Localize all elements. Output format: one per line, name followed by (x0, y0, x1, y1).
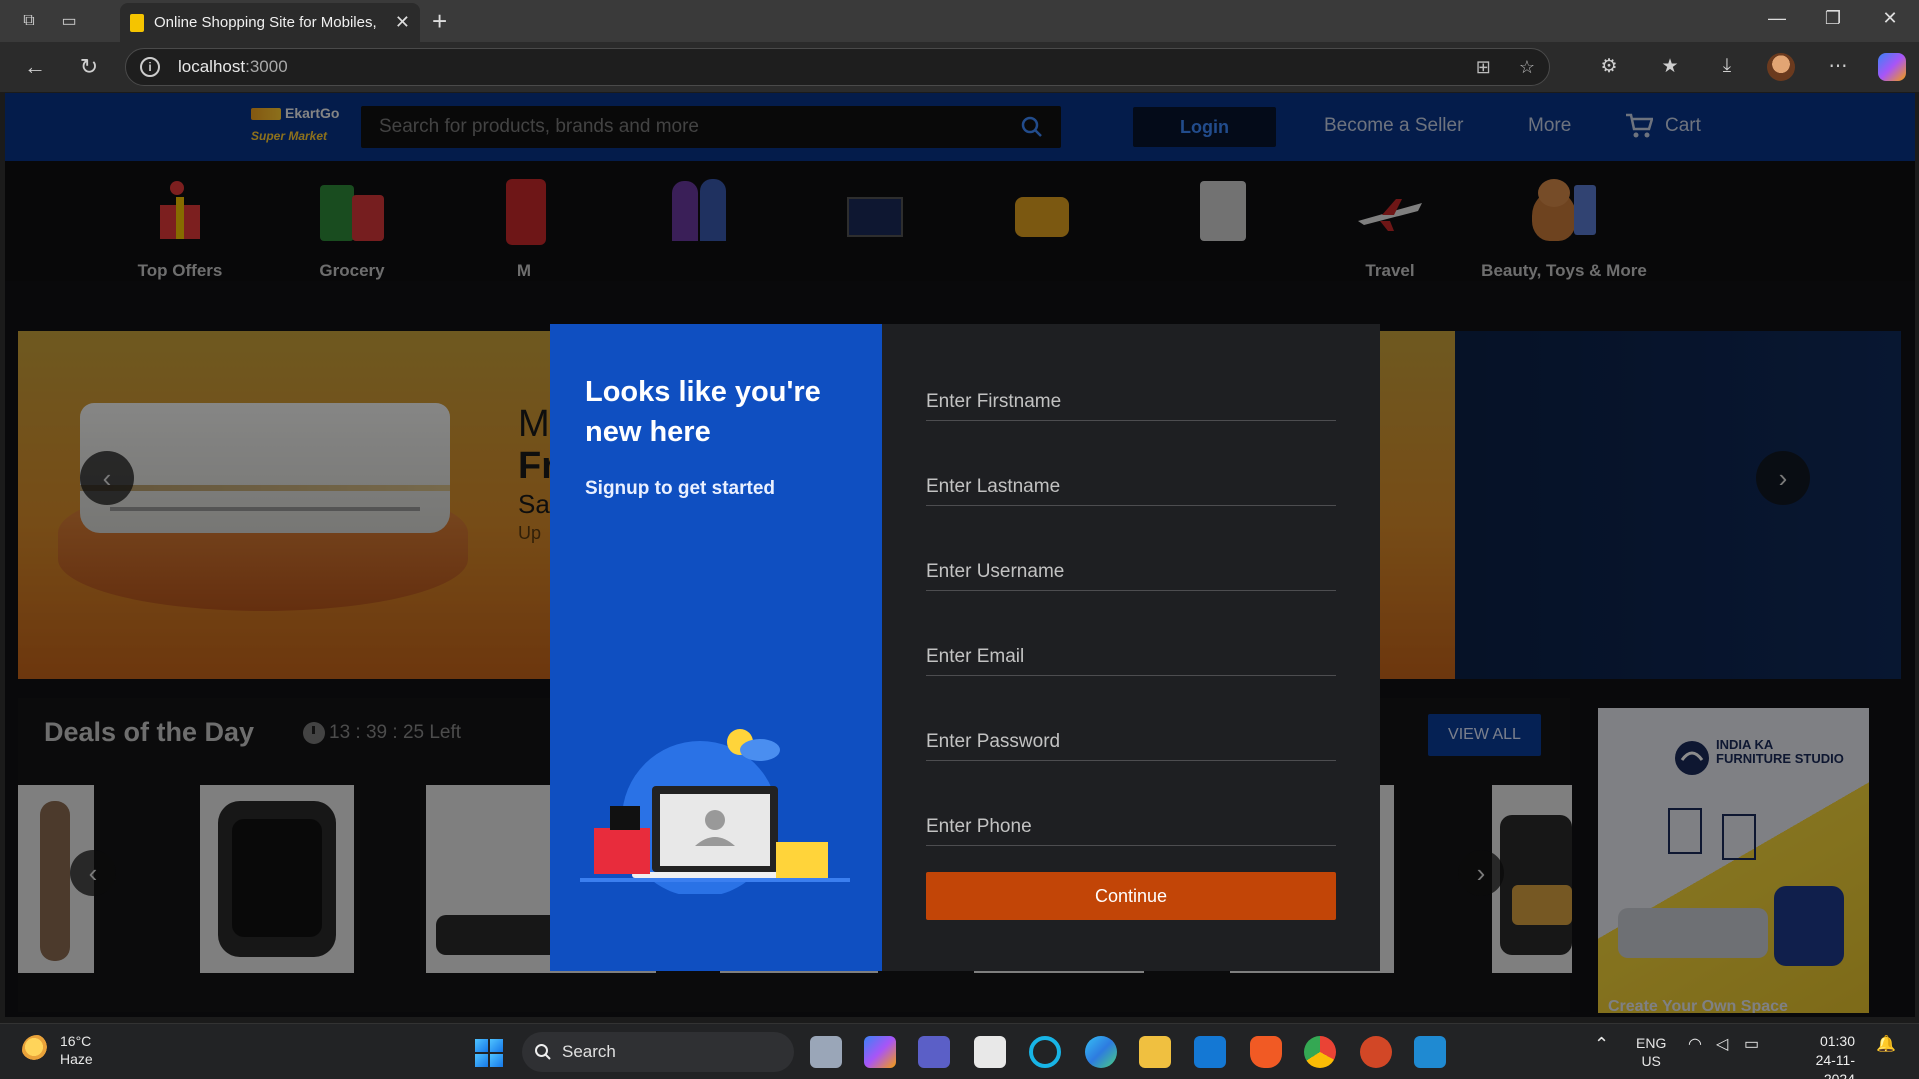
signup-form: Continue (882, 324, 1380, 971)
chrome-icon[interactable] (1304, 1036, 1336, 1068)
email-field[interactable] (926, 631, 1336, 676)
browser-tab-active[interactable]: Online Shopping Site for Mobiles, ✕ (120, 3, 420, 42)
tray-overflow-icon[interactable]: ⌃ (1594, 1034, 1609, 1055)
search-icon (535, 1044, 551, 1060)
phone-field[interactable] (926, 801, 1336, 846)
extensions-icon[interactable]: ⚙ (1594, 55, 1624, 78)
notifications-icon[interactable]: 🔔 (1876, 1034, 1896, 1054)
vscode-icon[interactable] (1414, 1036, 1446, 1068)
workspaces-icon[interactable]: ⧉ (14, 8, 44, 34)
taskbar-search-label: Search (562, 1042, 616, 1061)
edge-icon[interactable] (1085, 1036, 1117, 1068)
brave-icon[interactable] (1250, 1036, 1282, 1068)
clock-date: 24-11-2024 (1815, 1052, 1855, 1079)
weather-condition: Haze (60, 1051, 93, 1067)
taskbar-search[interactable]: Search (522, 1032, 794, 1072)
modal-subheading: Signup to get started (585, 478, 775, 499)
teams-icon[interactable] (918, 1036, 950, 1068)
browser-tabstrip: ⧉ ▭ Online Shopping Site for Mobiles, ✕ … (0, 0, 1919, 42)
signup-illustration (580, 729, 850, 894)
url-host: localhost (178, 57, 246, 76)
weather-widget[interactable]: 16°C Haze (22, 1032, 93, 1068)
vertical-tabs-icon[interactable]: ▭ (54, 8, 84, 34)
site-info-icon[interactable]: i (140, 57, 160, 77)
minimize-icon[interactable]: — (1757, 8, 1797, 29)
back-icon[interactable]: ← (20, 54, 50, 80)
tab-title: Online Shopping Site for Mobiles, (154, 14, 377, 31)
region-code: US (1641, 1053, 1661, 1069)
language-indicator[interactable]: ENG US (1636, 1034, 1666, 1070)
modal-heading: Looks like you're new here (585, 376, 821, 448)
close-window-icon[interactable]: ✕ (1870, 8, 1910, 29)
more-options-icon[interactable]: ⋯ (1823, 55, 1853, 78)
weather-text: 16°C Haze (60, 1032, 93, 1068)
start-icon[interactable] (475, 1039, 503, 1067)
continue-button[interactable]: Continue (926, 872, 1336, 920)
store-icon[interactable] (974, 1036, 1006, 1068)
favorite-star-icon[interactable]: ☆ (1519, 57, 1535, 78)
firstname-field[interactable] (926, 376, 1336, 421)
url-text: localhost:3000 (178, 57, 288, 77)
clock-time: 01:30 (1819, 1033, 1855, 1049)
copilot-app-icon[interactable] (864, 1036, 896, 1068)
signup-modal: Looks like you're new here Signup to get… (550, 324, 1380, 971)
password-field[interactable] (926, 716, 1336, 761)
windows-taskbar: 16°C Haze Search ⌃ ENG US ◠ ◁ ▭ 01:30 24… (0, 1023, 1919, 1079)
app-available-icon[interactable]: ⊞ (1476, 57, 1491, 78)
profile-avatar[interactable] (1767, 53, 1795, 81)
task-view-icon[interactable] (810, 1036, 842, 1068)
favorites-icon[interactable]: ★ (1655, 55, 1685, 78)
wifi-icon[interactable]: ◠ (1688, 1034, 1702, 1054)
file-explorer-icon[interactable] (1139, 1036, 1171, 1068)
copilot-icon[interactable] (1878, 53, 1906, 81)
url-port: :3000 (245, 57, 288, 76)
browser-toolbar: ← ↻ i localhost:3000 ⊞ ☆ ⚙ ★ ⤓ ⋯ (0, 42, 1919, 92)
omnibox-actions: ⊞ ☆ (1476, 57, 1535, 78)
restore-icon[interactable]: ❐ (1813, 8, 1853, 29)
weather-icon (22, 1035, 52, 1065)
username-field[interactable] (926, 546, 1336, 591)
web-page: EkartGo Super Market Login Become a Sell… (5, 93, 1915, 1017)
screen: ⧉ ▭ Online Shopping Site for Mobiles, ✕ … (0, 0, 1919, 1079)
clock[interactable]: 01:30 24-11-2024 (1785, 1032, 1855, 1079)
close-tab-icon[interactable]: ✕ (395, 12, 410, 33)
lastname-field[interactable] (926, 461, 1336, 506)
outlook-icon[interactable] (1194, 1036, 1226, 1068)
volume-icon[interactable]: ◁ (1716, 1034, 1728, 1054)
battery-icon[interactable]: ▭ (1744, 1034, 1759, 1054)
powerpoint-icon[interactable] (1360, 1036, 1392, 1068)
site-favicon-icon (130, 13, 144, 32)
downloads-icon[interactable]: ⤓ (1712, 55, 1742, 77)
address-bar[interactable]: i localhost:3000 ⊞ ☆ (125, 48, 1550, 86)
temperature: 16°C (60, 1033, 92, 1049)
modal-info-panel: Looks like you're new here Signup to get… (550, 324, 882, 971)
new-tab-icon[interactable]: + (432, 6, 447, 37)
cortana-icon[interactable] (1029, 1036, 1061, 1068)
reload-icon[interactable]: ↻ (74, 54, 104, 80)
language-code: ENG (1636, 1035, 1667, 1051)
